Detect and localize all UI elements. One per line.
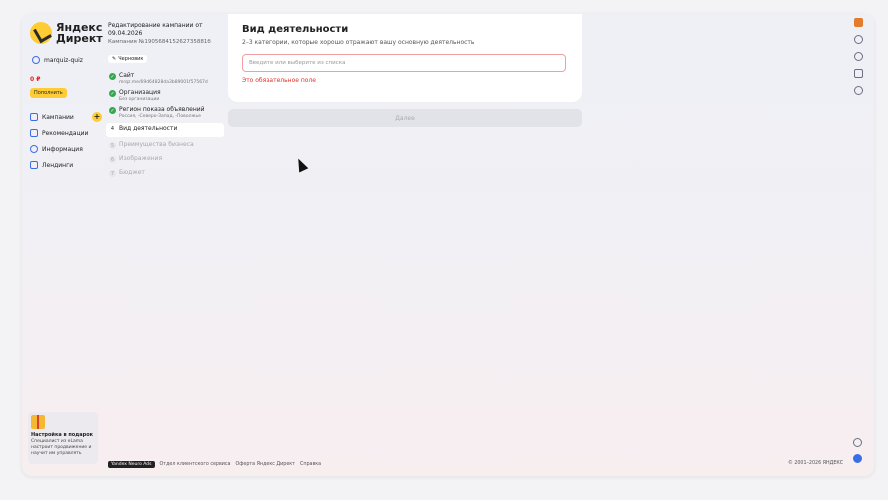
status-badge: ✎ Черновик — [108, 55, 148, 63]
user-icon — [32, 56, 40, 64]
yandex-direct-logo[interactable]: Яндекс Директ — [30, 22, 106, 44]
nav-item-recommendations[interactable]: Рекомендации — [30, 125, 102, 141]
copyright: © 2001–2026 ЯНДЕКС — [788, 461, 844, 466]
footer: Yandex Neuro Ads Отдел клиентского серви… — [108, 461, 808, 468]
status-text: Черновик — [118, 56, 144, 62]
nav-item-label: Информация — [42, 145, 83, 153]
main-nav: Кампании + Рекомендации Информация Ленди… — [30, 109, 102, 173]
globe-icon[interactable] — [853, 438, 862, 447]
left-sidebar: Яндекс Директ marquiz-quiz 0 ₽ Пополнить… — [22, 14, 104, 476]
right-rail — [850, 18, 866, 103]
nav-item-label: Кампании — [42, 113, 74, 121]
neuro-ads-badge[interactable]: Yandex Neuro Ads — [108, 461, 155, 468]
activity-card: Вид деятельности 2–3 категории, которые … — [228, 14, 582, 102]
card-title: Вид деятельности — [242, 24, 349, 35]
step-label: Регион показа объявлений — [119, 106, 205, 113]
app-window: Яндекс Директ marquiz-quiz 0 ₽ Пополнить… — [22, 14, 874, 476]
balance-amount: 0 ₽ — [30, 76, 41, 83]
fox-icon[interactable] — [853, 18, 863, 27]
lightning-icon — [30, 129, 38, 137]
step-label: Бюджет — [119, 169, 145, 176]
next-button[interactable]: Далее — [228, 109, 582, 127]
step-budget[interactable]: 7 Бюджет — [108, 169, 224, 179]
step-label: Вид деятельности — [119, 125, 178, 132]
step-number: 6 — [109, 156, 116, 163]
step-label: Организация — [119, 89, 161, 96]
step-organization[interactable]: ✓ Организация Без организации — [108, 89, 224, 102]
step-number: 5 — [109, 142, 116, 149]
step-sub: mrqz.me/69d64828da3b89001f57567d — [119, 80, 208, 85]
alice-icon[interactable] — [853, 454, 862, 463]
nav-item-label: Лендинги — [42, 161, 74, 169]
play-icon[interactable] — [853, 86, 863, 95]
step-label: Изображения — [119, 155, 163, 162]
promo-text: Специалист из eLama настроит продвижение… — [31, 439, 92, 456]
campaign-number: Кампания №190568415262735881б — [108, 39, 211, 45]
nav-item-information[interactable]: Информация — [30, 141, 102, 157]
step-advantages[interactable]: 5 Преимущества бизнеса — [108, 141, 224, 151]
step-number: 7 — [109, 170, 116, 177]
user-login[interactable]: marquiz-quiz — [32, 56, 83, 64]
step-label: Преимущества бизнеса — [119, 141, 194, 148]
topup-button[interactable]: Пополнить — [30, 88, 67, 98]
nav-item-landings[interactable]: Лендинги — [30, 157, 102, 173]
check-icon: ✓ — [109, 73, 116, 80]
nav-item-label: Рекомендации — [42, 129, 89, 137]
thumbs-up-icon[interactable] — [853, 69, 863, 78]
footer-link[interactable]: Справка — [300, 462, 321, 467]
nav-item-campaigns[interactable]: Кампании + — [30, 109, 102, 125]
footer-link[interactable]: Отдел клиентского сервиса — [160, 462, 231, 467]
step-sub: Без организации — [119, 97, 160, 102]
step-number: 4 — [109, 125, 116, 132]
user-login-text: marquiz-quiz — [44, 56, 83, 64]
promo-title: Настройка в подарок — [31, 432, 94, 438]
campaign-steps: Редактирование кампании от 09.04.2026 Ка… — [106, 22, 224, 179]
direct-logo-icon — [30, 22, 52, 44]
promo-card[interactable]: Настройка в подарок Специалист из eLama … — [28, 412, 98, 464]
footer-link[interactable]: Оферта Яндекс Директ — [236, 462, 295, 467]
step-region[interactable]: ✓ Регион показа объявлений Россия, -Севе… — [108, 106, 224, 119]
step-images[interactable]: 6 Изображения — [108, 155, 224, 165]
brand-name: Яндекс Директ — [56, 21, 103, 45]
card-subtitle: 2–3 категории, которые хорошо отражают в… — [242, 39, 475, 46]
step-sub: Россия, -Северо-Запад, -Поволжье — [119, 114, 201, 119]
chat-icon[interactable] — [853, 35, 863, 44]
step-site[interactable]: ✓ Сайт mrqz.me/69d64828da3b89001f57567d — [108, 72, 224, 85]
landing-icon — [30, 161, 38, 169]
info-icon — [30, 145, 38, 153]
activity-input[interactable] — [242, 54, 566, 72]
add-campaign-button[interactable]: + — [92, 112, 102, 122]
check-icon: ✓ — [109, 90, 116, 97]
pencil-icon: ✎ — [112, 56, 117, 62]
campaign-title: Редактирование кампании от 09.04.2026 — [108, 22, 203, 37]
campaigns-icon — [30, 113, 38, 121]
bell-icon[interactable] — [853, 52, 863, 61]
step-label: Сайт — [119, 72, 135, 79]
gift-icon — [31, 415, 45, 429]
check-icon: ✓ — [109, 107, 116, 114]
error-message: Это обязательное поле — [242, 77, 316, 84]
step-activity[interactable]: 4 Вид деятельности — [106, 123, 224, 137]
